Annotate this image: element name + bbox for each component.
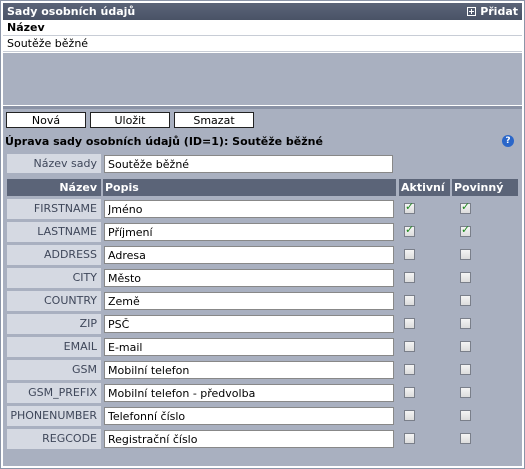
field-code-label: GSM <box>7 360 101 380</box>
active-checkbox[interactable] <box>404 223 415 237</box>
field-description-input[interactable] <box>104 269 394 287</box>
field-description-input[interactable] <box>104 361 394 379</box>
active-checkbox[interactable] <box>404 272 415 283</box>
field-code-label: LASTNAME <box>7 222 101 242</box>
list-empty-area <box>3 53 522 105</box>
active-checkbox[interactable] <box>404 387 415 398</box>
field-description-input[interactable] <box>104 223 394 241</box>
field-row: GSM_PREFIX <box>7 383 522 403</box>
save-button[interactable]: Uložit <box>90 112 170 128</box>
column-header-name: Název <box>7 179 101 196</box>
help-icon[interactable]: ? <box>502 135 514 147</box>
field-code-label: FIRSTNAME <box>7 199 101 219</box>
column-header-active: Aktivní <box>399 179 450 196</box>
required-checkbox[interactable] <box>460 249 471 260</box>
column-header-required: Povinný <box>452 179 518 196</box>
edit-panel: Nová Uložit Smazat Úprava sady osobních … <box>3 109 522 465</box>
new-button[interactable]: Nová <box>6 112 86 128</box>
active-checkbox[interactable] <box>404 433 415 444</box>
list-column-header: Název <box>3 21 522 36</box>
required-checkbox[interactable] <box>460 433 471 444</box>
field-row: CITY <box>7 268 522 288</box>
footer-band <box>3 453 522 466</box>
field-row: ADDRESS <box>7 245 522 265</box>
required-checkbox[interactable] <box>460 272 471 283</box>
field-code-label: REGCODE <box>7 429 101 449</box>
active-checkbox[interactable] <box>404 341 415 352</box>
active-checkbox[interactable] <box>404 295 415 306</box>
field-description-input[interactable] <box>104 246 394 264</box>
required-checkbox[interactable] <box>460 295 471 306</box>
field-row: ZIP <box>7 314 522 334</box>
required-checkbox[interactable] <box>460 318 471 329</box>
field-code-label: CITY <box>7 268 101 288</box>
list-item[interactable]: Soutěže běžné <box>3 37 522 52</box>
required-checkbox[interactable] <box>460 410 471 421</box>
add-button[interactable]: Přidat <box>467 5 518 18</box>
required-checkbox[interactable] <box>460 387 471 398</box>
active-checkbox[interactable] <box>404 318 415 329</box>
field-row: PHONENUMBER <box>7 406 522 426</box>
edit-panel-title: Úprava sady osobních údajů (ID=1): Soutě… <box>5 135 323 148</box>
set-name-label: Název sady <box>7 154 101 173</box>
field-row: LASTNAME <box>7 222 522 242</box>
field-description-input[interactable] <box>104 338 394 356</box>
window-frame: Sady osobních údajů Přidat Název Soutěže… <box>0 0 525 469</box>
active-checkbox[interactable] <box>404 410 415 421</box>
delete-button[interactable]: Smazat <box>174 112 254 128</box>
field-code-label: GSM_PREFIX <box>7 383 101 403</box>
field-description-input[interactable] <box>104 384 394 402</box>
required-checkbox[interactable] <box>460 200 471 214</box>
required-checkbox[interactable] <box>460 223 471 237</box>
plus-icon <box>467 7 477 16</box>
field-code-label: ADDRESS <box>7 245 101 265</box>
required-checkbox[interactable] <box>460 364 471 375</box>
field-description-input[interactable] <box>104 407 394 425</box>
required-checkbox[interactable] <box>460 341 471 352</box>
column-header-description: Popis <box>103 179 396 196</box>
field-row: REGCODE <box>7 429 522 449</box>
field-description-input[interactable] <box>104 292 394 310</box>
list-panel-title: Sady osobních údajů <box>7 5 136 18</box>
field-row: FIRSTNAME <box>7 199 522 219</box>
field-row: EMAIL <box>7 337 522 357</box>
field-row: COUNTRY <box>7 291 522 311</box>
set-name-input[interactable] <box>104 155 393 173</box>
field-description-input[interactable] <box>104 315 394 333</box>
field-code-label: ZIP <box>7 314 101 334</box>
field-code-label: COUNTRY <box>7 291 101 311</box>
field-description-input[interactable] <box>104 430 394 448</box>
field-description-input[interactable] <box>104 200 394 218</box>
active-checkbox[interactable] <box>404 200 415 214</box>
field-code-label: PHONENUMBER <box>7 406 101 426</box>
field-code-label: EMAIL <box>7 337 101 357</box>
field-row: GSM <box>7 360 522 380</box>
active-checkbox[interactable] <box>404 249 415 260</box>
list-panel-header: Sady osobních údajů Přidat <box>3 3 522 20</box>
add-button-label: Přidat <box>480 5 518 18</box>
active-checkbox[interactable] <box>404 364 415 375</box>
